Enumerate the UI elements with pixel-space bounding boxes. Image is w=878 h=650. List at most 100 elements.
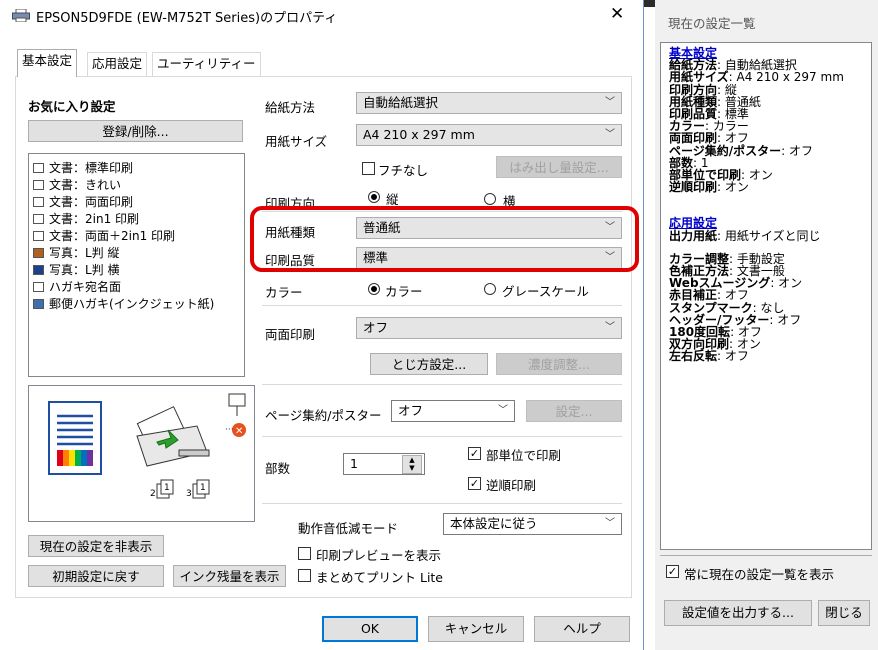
hide-current-settings-button[interactable]: 現在の設定を非表示 (28, 535, 164, 557)
svg-text:3: 3 (186, 489, 192, 499)
document-icon (33, 180, 44, 190)
always-show-checkbox[interactable]: ✓ (666, 565, 679, 578)
two-in-one-duplex-icon (33, 231, 44, 241)
cancel-button[interactable]: キャンセル (428, 616, 524, 642)
help-button[interactable]: ヘルプ (534, 616, 630, 642)
list-item[interactable]: 文書：きれい (33, 176, 121, 193)
printer-icon (12, 9, 30, 22)
borderless-label: フチなし (378, 163, 429, 178)
setting-value: : オフ (769, 312, 802, 327)
print-preview-label: 印刷プレビューを表示 (316, 548, 442, 563)
title-bar[interactable]: EPSON5D9FDE (EW-M752T Series)のプロパティ ✕ (0, 0, 643, 30)
setting-name: 左右反転 (669, 349, 718, 364)
orientation-portrait-radio[interactable] (368, 191, 380, 203)
chevron-down-icon: ﹀ (605, 97, 615, 108)
multipage-label: ページ集約/ポスター (265, 408, 382, 423)
setting-name: 逆順印刷 (669, 180, 718, 195)
print-preview-checkbox[interactable] (298, 547, 311, 560)
borderless-checkbox[interactable] (362, 162, 375, 175)
ok-button[interactable]: OK (322, 616, 418, 642)
list-item[interactable]: 文書：両面＋2in1 印刷 (33, 227, 175, 244)
favorites-list[interactable]: 文書：標準印刷 文書：きれい 文書：両面印刷 文書：2in1 印刷 文書：両面＋… (28, 153, 245, 377)
svg-text:1: 1 (200, 483, 206, 493)
multipage-select[interactable]: オフ ﹀ (391, 400, 515, 422)
printer-properties-dialog: EPSON5D9FDE (EW-M752T Series)のプロパティ ✕ 基本… (0, 0, 644, 650)
duplex-select[interactable]: オフ ﹀ (356, 317, 622, 339)
jobarranger-label: まとめてプリント Lite (316, 570, 444, 585)
color-label: カラー (265, 285, 303, 300)
copies-label: 部数 (265, 461, 291, 476)
list-item[interactable]: 郵便ハガキ(インクジェット紙) (33, 295, 214, 312)
paper-source-select[interactable]: 自動給紙選択 ﹀ (356, 92, 622, 114)
ink-levels-button[interactable]: インク残量を表示 (173, 565, 286, 587)
current-settings-list: 基本設定 給紙方法: 自動給紙選択 用紙サイズ: A4 210 x 297 mm 印刷… (660, 42, 872, 550)
setting-summary-line: 出力用紙: 用紙サイズと同じ (669, 228, 821, 243)
duplex-label: 両面印刷 (265, 327, 316, 342)
reverse-order-checkbox[interactable]: ✓ (468, 477, 481, 490)
setting-name: 出力用紙 (669, 228, 718, 243)
svg-text:1: 1 (164, 483, 170, 493)
spinner-arrows-icon[interactable]: ▲ ▼ (402, 455, 422, 474)
close-icon[interactable]: ✕ (610, 4, 624, 24)
postcard-inkjet-icon (33, 299, 44, 309)
tab-basic[interactable]: 基本設定 (17, 49, 78, 77)
printer-illustration: ✕ ··· 21 31 (48, 393, 246, 499)
paper-size-select[interactable]: A4 210 x 297 mm ﹀ (356, 124, 622, 146)
favorites-title: お気に入り設定 (28, 99, 116, 114)
tab-utility[interactable]: ユーティリティー (152, 52, 261, 76)
density-adjust-button[interactable]: 濃度調整... (496, 353, 622, 375)
svg-text:✕: ✕ (235, 426, 243, 437)
duplex-document-icon (33, 197, 44, 207)
paper-size-label: 用紙サイズ (265, 134, 328, 149)
list-item[interactable]: ハガキ宛名面 (33, 278, 121, 295)
document-icon (33, 163, 44, 173)
register-delete-button[interactable]: 登録/削除... (28, 120, 243, 142)
list-item[interactable]: 文書：2in1 印刷 (33, 210, 139, 227)
jobarranger-checkbox[interactable] (298, 569, 311, 582)
svg-text:···: ··· (225, 425, 234, 435)
divider (660, 555, 872, 556)
setting-value: : オン (770, 276, 803, 291)
tab-advanced[interactable]: 応用設定 (87, 52, 148, 76)
multipage-settings-button[interactable]: 設定... (526, 400, 622, 422)
photo-landscape-icon (33, 265, 44, 275)
paper-source-label: 給紙方法 (265, 100, 316, 115)
overflow-amount-button[interactable]: はみ出し量設定... (496, 156, 622, 178)
chevron-down-icon: ﹀ (605, 322, 615, 333)
setting-value: : オフ (717, 349, 749, 364)
divider (262, 384, 622, 385)
highlight-annotation (250, 206, 639, 272)
color-option-label: カラー (385, 284, 423, 299)
collate-checkbox[interactable]: ✓ (468, 447, 481, 460)
chevron-down-icon: ﹀ (498, 405, 508, 416)
print-preview-illustration: ✕ ··· 21 31 (28, 385, 255, 522)
color-radio[interactable] (368, 283, 380, 295)
always-show-label: 常に現在の設定一覧を表示 (684, 567, 835, 582)
list-item[interactable]: 文書：両面印刷 (33, 193, 133, 210)
list-item[interactable]: 文書：標準印刷 (33, 159, 133, 176)
setting-summary-line: 逆順印刷: オン (669, 181, 749, 194)
reverse-order-label: 逆順印刷 (486, 478, 537, 493)
chevron-down-icon: ﹀ (605, 129, 615, 140)
reset-defaults-button[interactable]: 初期設定に戻す (28, 565, 164, 587)
list-item[interactable]: 写真：L判 縦 (33, 244, 120, 261)
binding-settings-button[interactable]: とじ方設定... (370, 353, 488, 375)
setting-summary-line: 左右反転: オフ (669, 350, 749, 363)
orientation-landscape-radio[interactable] (484, 193, 496, 205)
copies-spinner[interactable]: 1 ▲ ▼ (343, 453, 425, 475)
setting-value: : オフ (781, 143, 814, 158)
quiet-mode-select[interactable]: 本体設定に従う ﹀ (443, 513, 622, 535)
setting-value: : A4 210 x 297 mm (728, 70, 844, 85)
setting-value: : オン (717, 180, 749, 195)
close-pane-button[interactable]: 閉じる (818, 600, 870, 626)
divider (262, 503, 622, 504)
export-settings-button[interactable]: 設定値を出力する... (664, 600, 812, 626)
svg-text:2: 2 (150, 489, 156, 499)
tab-strip: 基本設定 応用設定 ユーティリティー (15, 49, 630, 77)
grayscale-radio[interactable] (484, 283, 496, 295)
list-item[interactable]: 写真：L判 横 (33, 261, 120, 278)
copies-value: 1 (350, 456, 358, 471)
divider (262, 305, 622, 306)
collate-label: 部単位で印刷 (486, 448, 562, 463)
two-in-one-icon (33, 214, 44, 224)
